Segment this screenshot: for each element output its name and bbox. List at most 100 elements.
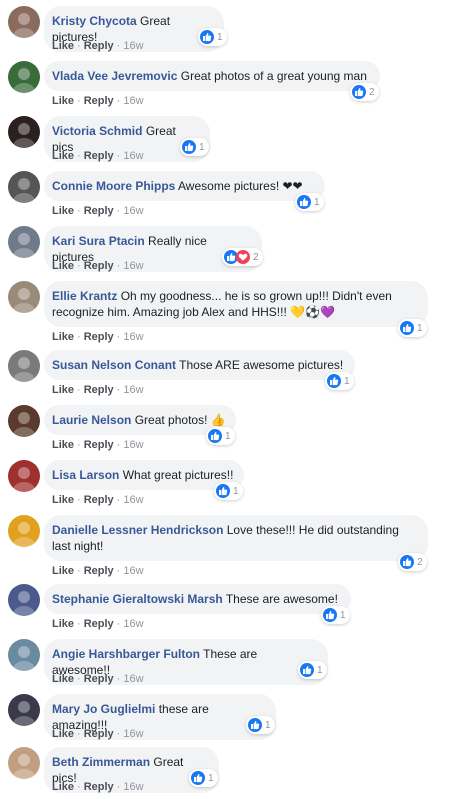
- comment-author-link[interactable]: Vlada Vee Jevremovic: [52, 69, 177, 83]
- like-link[interactable]: Like: [52, 331, 74, 343]
- separator-dot: ·: [77, 331, 81, 343]
- reply-link[interactable]: Reply: [84, 331, 114, 343]
- like-reaction-icon: [400, 555, 414, 569]
- comment-timestamp[interactable]: 16w: [123, 331, 143, 343]
- comment-timestamp[interactable]: 16w: [123, 205, 143, 217]
- like-link[interactable]: Like: [52, 565, 74, 577]
- comment-timestamp[interactable]: 16w: [123, 781, 143, 793]
- reactions-badge[interactable]: 1: [298, 661, 327, 679]
- reply-link[interactable]: Reply: [84, 150, 114, 162]
- reactions-badge[interactable]: 1: [398, 319, 427, 337]
- avatar[interactable]: [8, 350, 40, 382]
- reply-link[interactable]: Reply: [84, 565, 114, 577]
- comment-author-link[interactable]: Lisa Larson: [52, 468, 119, 482]
- comment-actions: Like · Reply · 16w: [52, 330, 144, 344]
- reactions-badge[interactable]: 1: [189, 769, 218, 787]
- like-link[interactable]: Like: [52, 384, 74, 396]
- reply-link[interactable]: Reply: [84, 494, 114, 506]
- comment-timestamp[interactable]: 16w: [123, 673, 143, 685]
- comment-timestamp[interactable]: 16w: [123, 494, 143, 506]
- comment-timestamp[interactable]: 16w: [123, 150, 143, 162]
- separator-dot: ·: [77, 384, 81, 396]
- avatar[interactable]: [8, 515, 40, 547]
- reaction-count: 1: [233, 485, 239, 497]
- separator-dot: ·: [116, 331, 121, 343]
- reactions-badge[interactable]: 1: [321, 606, 350, 624]
- reply-link[interactable]: Reply: [84, 781, 114, 793]
- avatar[interactable]: [8, 694, 40, 726]
- avatar[interactable]: [8, 747, 40, 779]
- avatar[interactable]: [8, 6, 40, 38]
- comment-author-link[interactable]: Danielle Lessner Hendrickson: [52, 523, 223, 537]
- like-reaction-icon: [352, 85, 366, 99]
- comment-timestamp[interactable]: 16w: [123, 728, 143, 740]
- separator-dot: ·: [77, 95, 81, 107]
- comment-author-link[interactable]: Connie Moore Phipps: [52, 179, 175, 193]
- reactions-badge[interactable]: 1: [214, 482, 243, 500]
- reply-link[interactable]: Reply: [84, 618, 114, 630]
- comment-author-link[interactable]: Ellie Krantz: [52, 289, 117, 303]
- reaction-count: 1: [340, 609, 346, 621]
- reactions-badge[interactable]: 2: [222, 248, 263, 266]
- avatar[interactable]: [8, 639, 40, 671]
- comment-author-link[interactable]: Victoria Schmid: [52, 124, 142, 138]
- avatar[interactable]: [8, 226, 40, 258]
- reaction-count: 1: [314, 196, 320, 208]
- like-link[interactable]: Like: [52, 40, 74, 52]
- avatar[interactable]: [8, 281, 40, 313]
- reactions-badge[interactable]: 1: [198, 28, 227, 46]
- avatar[interactable]: [8, 116, 40, 148]
- reactions-badge[interactable]: 2: [350, 83, 379, 101]
- comment-timestamp[interactable]: 16w: [123, 565, 143, 577]
- like-link[interactable]: Like: [52, 205, 74, 217]
- like-link[interactable]: Like: [52, 439, 74, 451]
- reactions-badge[interactable]: 1: [246, 716, 275, 734]
- comment-timestamp[interactable]: 16w: [123, 618, 143, 630]
- comment-timestamp[interactable]: 16w: [123, 95, 143, 107]
- like-link[interactable]: Like: [52, 781, 74, 793]
- reply-link[interactable]: Reply: [84, 40, 114, 52]
- like-link[interactable]: Like: [52, 728, 74, 740]
- reactions-badge[interactable]: 1: [325, 372, 354, 390]
- reaction-count: 2: [417, 556, 423, 568]
- reply-link[interactable]: Reply: [84, 260, 114, 272]
- reactions-badge[interactable]: 1: [206, 427, 235, 445]
- like-link[interactable]: Like: [52, 673, 74, 685]
- avatar[interactable]: [8, 405, 40, 437]
- reply-link[interactable]: Reply: [84, 205, 114, 217]
- like-link[interactable]: Like: [52, 150, 74, 162]
- comment-timestamp[interactable]: 16w: [123, 439, 143, 451]
- comment-text: Awesome pictures! ❤❤: [178, 179, 303, 193]
- separator-dot: ·: [77, 781, 81, 793]
- comment-author-link[interactable]: Stephanie Gieraltowski Marsh: [52, 592, 223, 606]
- comment-author-link[interactable]: Laurie Nelson: [52, 413, 131, 427]
- reply-link[interactable]: Reply: [84, 384, 114, 396]
- reply-link[interactable]: Reply: [84, 95, 114, 107]
- reactions-badge[interactable]: 1: [295, 193, 324, 211]
- comment-author-link[interactable]: Beth Zimmerman: [52, 755, 150, 769]
- avatar[interactable]: [8, 584, 40, 616]
- comment-actions: Like · Reply · 16w: [52, 149, 144, 163]
- comment-actions: Like · Reply · 16w: [52, 259, 144, 273]
- like-link[interactable]: Like: [52, 618, 74, 630]
- reply-link[interactable]: Reply: [84, 728, 114, 740]
- reactions-badge[interactable]: 2: [398, 553, 427, 571]
- like-link[interactable]: Like: [52, 260, 74, 272]
- like-link[interactable]: Like: [52, 95, 74, 107]
- comment-timestamp[interactable]: 16w: [123, 40, 143, 52]
- avatar[interactable]: [8, 460, 40, 492]
- avatar[interactable]: [8, 171, 40, 203]
- reply-link[interactable]: Reply: [84, 439, 114, 451]
- comment-timestamp[interactable]: 16w: [123, 260, 143, 272]
- comment-author-link[interactable]: Angie Harshbarger Fulton: [52, 647, 200, 661]
- comment-author-link[interactable]: Kari Sura Ptacin: [52, 234, 145, 248]
- like-link[interactable]: Like: [52, 494, 74, 506]
- reply-link[interactable]: Reply: [84, 673, 114, 685]
- comment-author-link[interactable]: Mary Jo Guglielmi: [52, 702, 155, 716]
- comment-author-link[interactable]: Susan Nelson Conant: [52, 358, 176, 372]
- comment-timestamp[interactable]: 16w: [123, 384, 143, 396]
- comment-author-link[interactable]: Kristy Chycota: [52, 14, 137, 28]
- avatar[interactable]: [8, 61, 40, 93]
- reactions-badge[interactable]: 1: [180, 138, 209, 156]
- separator-dot: ·: [116, 260, 121, 272]
